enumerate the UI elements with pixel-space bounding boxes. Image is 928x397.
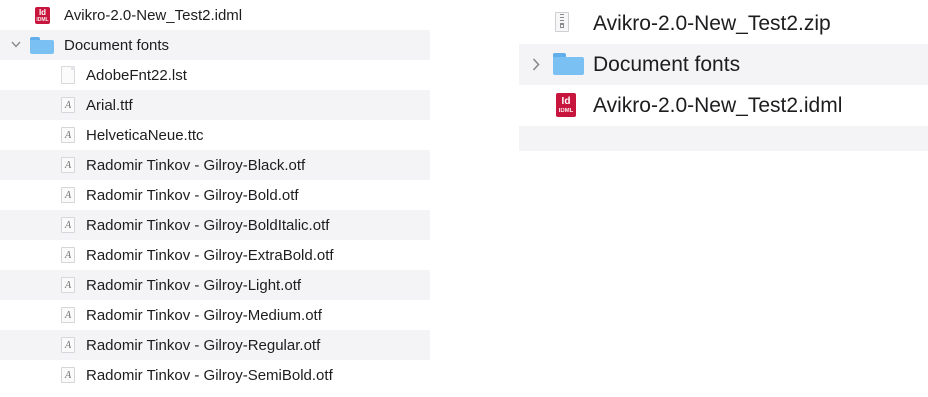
chevron-right-icon[interactable] bbox=[529, 55, 543, 73]
file-name: Radomir Tinkov - Gilroy-SemiBold.otf bbox=[86, 366, 333, 384]
zip-archive-icon bbox=[555, 12, 569, 32]
file-name: Radomir Tinkov - Gilroy-ExtraBold.otf bbox=[86, 246, 334, 264]
file-name: Radomir Tinkov - Gilroy-Black.otf bbox=[86, 156, 306, 174]
file-name: Radomir Tinkov - Gilroy-Regular.otf bbox=[86, 336, 321, 354]
font-file-icon: A bbox=[61, 97, 75, 113]
file-name: Avikro-2.0-New_Test2.idml bbox=[593, 93, 843, 117]
file-name: Radomir Tinkov - Gilroy-Light.otf bbox=[86, 276, 302, 294]
font-file-icon: A bbox=[61, 217, 75, 233]
file-name: Avikro-2.0-New_Test2.idml bbox=[64, 6, 243, 24]
font-file-icon: A bbox=[61, 367, 75, 383]
indesign-file-icon: Id IDML bbox=[556, 93, 576, 117]
right-file-list: Avikro-2.0-New_Test2.zip Document fonts … bbox=[519, 0, 928, 151]
file-name: Arial.ttf bbox=[86, 96, 133, 114]
file-row-font[interactable]: A Radomir Tinkov - Gilroy-SemiBold.otf bbox=[0, 360, 430, 390]
file-name: Avikro-2.0-New_Test2.zip bbox=[593, 11, 831, 35]
indesign-file-icon: Id IDML bbox=[35, 7, 50, 24]
file-row-font[interactable]: A HelveticaNeue.ttc bbox=[0, 120, 430, 150]
file-name: AdobeFnt22.lst bbox=[86, 66, 187, 84]
file-row-font[interactable]: A Radomir Tinkov - Gilroy-Bold.otf bbox=[0, 180, 430, 210]
font-file-icon: A bbox=[61, 337, 75, 353]
folder-icon bbox=[30, 37, 54, 54]
file-name: HelveticaNeue.ttc bbox=[86, 126, 204, 144]
file-row-font[interactable]: A Radomir Tinkov - Gilroy-ExtraBold.otf bbox=[0, 240, 430, 270]
file-name: Radomir Tinkov - Gilroy-Bold.otf bbox=[86, 186, 299, 204]
font-file-icon: A bbox=[61, 157, 75, 173]
font-file-icon: A bbox=[61, 277, 75, 293]
file-row-adobefnt[interactable]: AdobeFnt22.lst bbox=[0, 60, 430, 90]
document-icon bbox=[61, 66, 75, 84]
font-file-icon: A bbox=[61, 127, 75, 143]
font-file-icon: A bbox=[61, 247, 75, 263]
empty-row bbox=[519, 126, 928, 151]
file-row-font[interactable]: A Radomir Tinkov - Gilroy-BoldItalic.otf bbox=[0, 210, 430, 240]
file-name: Radomir Tinkov - Gilroy-BoldItalic.otf bbox=[86, 216, 330, 234]
chevron-down-icon[interactable] bbox=[9, 36, 23, 52]
file-row-zip[interactable]: Avikro-2.0-New_Test2.zip bbox=[519, 3, 928, 44]
file-row-idml[interactable]: Id IDML Avikro-2.0-New_Test2.idml bbox=[0, 0, 430, 30]
file-row-idml[interactable]: Id IDML Avikro-2.0-New_Test2.idml bbox=[519, 85, 928, 126]
file-row-font[interactable]: A Radomir Tinkov - Gilroy-Black.otf bbox=[0, 150, 430, 180]
folder-name: Document fonts bbox=[593, 52, 741, 76]
folder-row-document-fonts[interactable]: Document fonts bbox=[0, 30, 430, 60]
font-file-icon: A bbox=[61, 307, 75, 323]
file-name: Radomir Tinkov - Gilroy-Medium.otf bbox=[86, 306, 322, 324]
folder-name: Document fonts bbox=[64, 36, 170, 54]
font-file-icon: A bbox=[61, 187, 75, 203]
folder-icon bbox=[553, 53, 584, 75]
file-row-font[interactable]: A Arial.ttf bbox=[0, 90, 430, 120]
file-row-font[interactable]: A Radomir Tinkov - Gilroy-Medium.otf bbox=[0, 300, 430, 330]
file-row-font[interactable]: A Radomir Tinkov - Gilroy-Regular.otf bbox=[0, 330, 430, 360]
file-row-font[interactable]: A Radomir Tinkov - Gilroy-Light.otf bbox=[0, 270, 430, 300]
folder-row-document-fonts[interactable]: Document fonts bbox=[519, 44, 928, 85]
left-file-list: Id IDML Avikro-2.0-New_Test2.idml Documen… bbox=[0, 0, 430, 390]
